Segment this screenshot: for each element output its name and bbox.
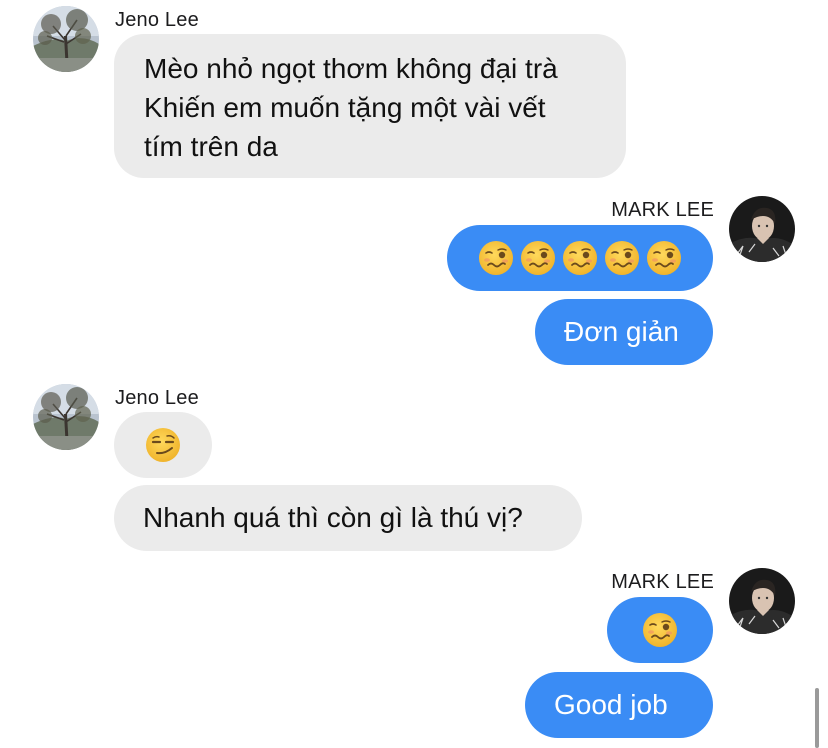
mark-lee-avatar[interactable] <box>729 196 795 262</box>
message-text: Good job <box>554 689 668 720</box>
sender-name: Jeno Lee <box>115 387 199 409</box>
woozy-face-icon <box>520 240 556 276</box>
woozy-face-icon <box>604 240 640 276</box>
message-text: Nhanh quá thì còn gì là thú vị? <box>143 502 523 533</box>
message-bubble-incoming[interactable]: Nhanh quá thì còn gì là thú vị? <box>114 485 582 551</box>
emoji-row <box>447 225 713 291</box>
message-line: Mèo nhỏ ngọt thơm không đại trà <box>144 53 558 84</box>
emoji-row <box>114 412 212 478</box>
woozy-face-icon <box>562 240 598 276</box>
message-bubble-outgoing[interactable]: Good job <box>525 672 713 738</box>
message-bubble-outgoing[interactable]: Đơn giản <box>535 299 713 365</box>
message-line: Khiến em muốn tặng một vài vết <box>144 92 546 123</box>
message-bubble-outgoing[interactable] <box>447 225 713 291</box>
sender-name: Jeno Lee <box>115 9 199 31</box>
jeno-lee-avatar[interactable] <box>33 6 99 72</box>
message-line: tím trên da <box>144 131 278 162</box>
message-bubble-outgoing[interactable] <box>607 597 713 663</box>
message-bubble-incoming[interactable]: Mèo nhỏ ngọt thơm không đại trà Khiến em… <box>114 34 626 178</box>
message-bubble-incoming[interactable] <box>114 412 212 478</box>
woozy-face-icon <box>642 612 678 648</box>
mark-lee-avatar[interactable] <box>729 568 795 634</box>
smirking-face-icon <box>145 427 181 463</box>
woozy-face-icon <box>646 240 682 276</box>
sender-name: MARK LEE <box>611 199 714 221</box>
sender-name: MARK LEE <box>611 571 714 593</box>
emoji-row <box>607 597 713 663</box>
scrollbar-thumb[interactable] <box>815 688 819 748</box>
jeno-lee-avatar[interactable] <box>33 384 99 450</box>
message-text: Đơn giản <box>564 316 679 347</box>
woozy-face-icon <box>478 240 514 276</box>
